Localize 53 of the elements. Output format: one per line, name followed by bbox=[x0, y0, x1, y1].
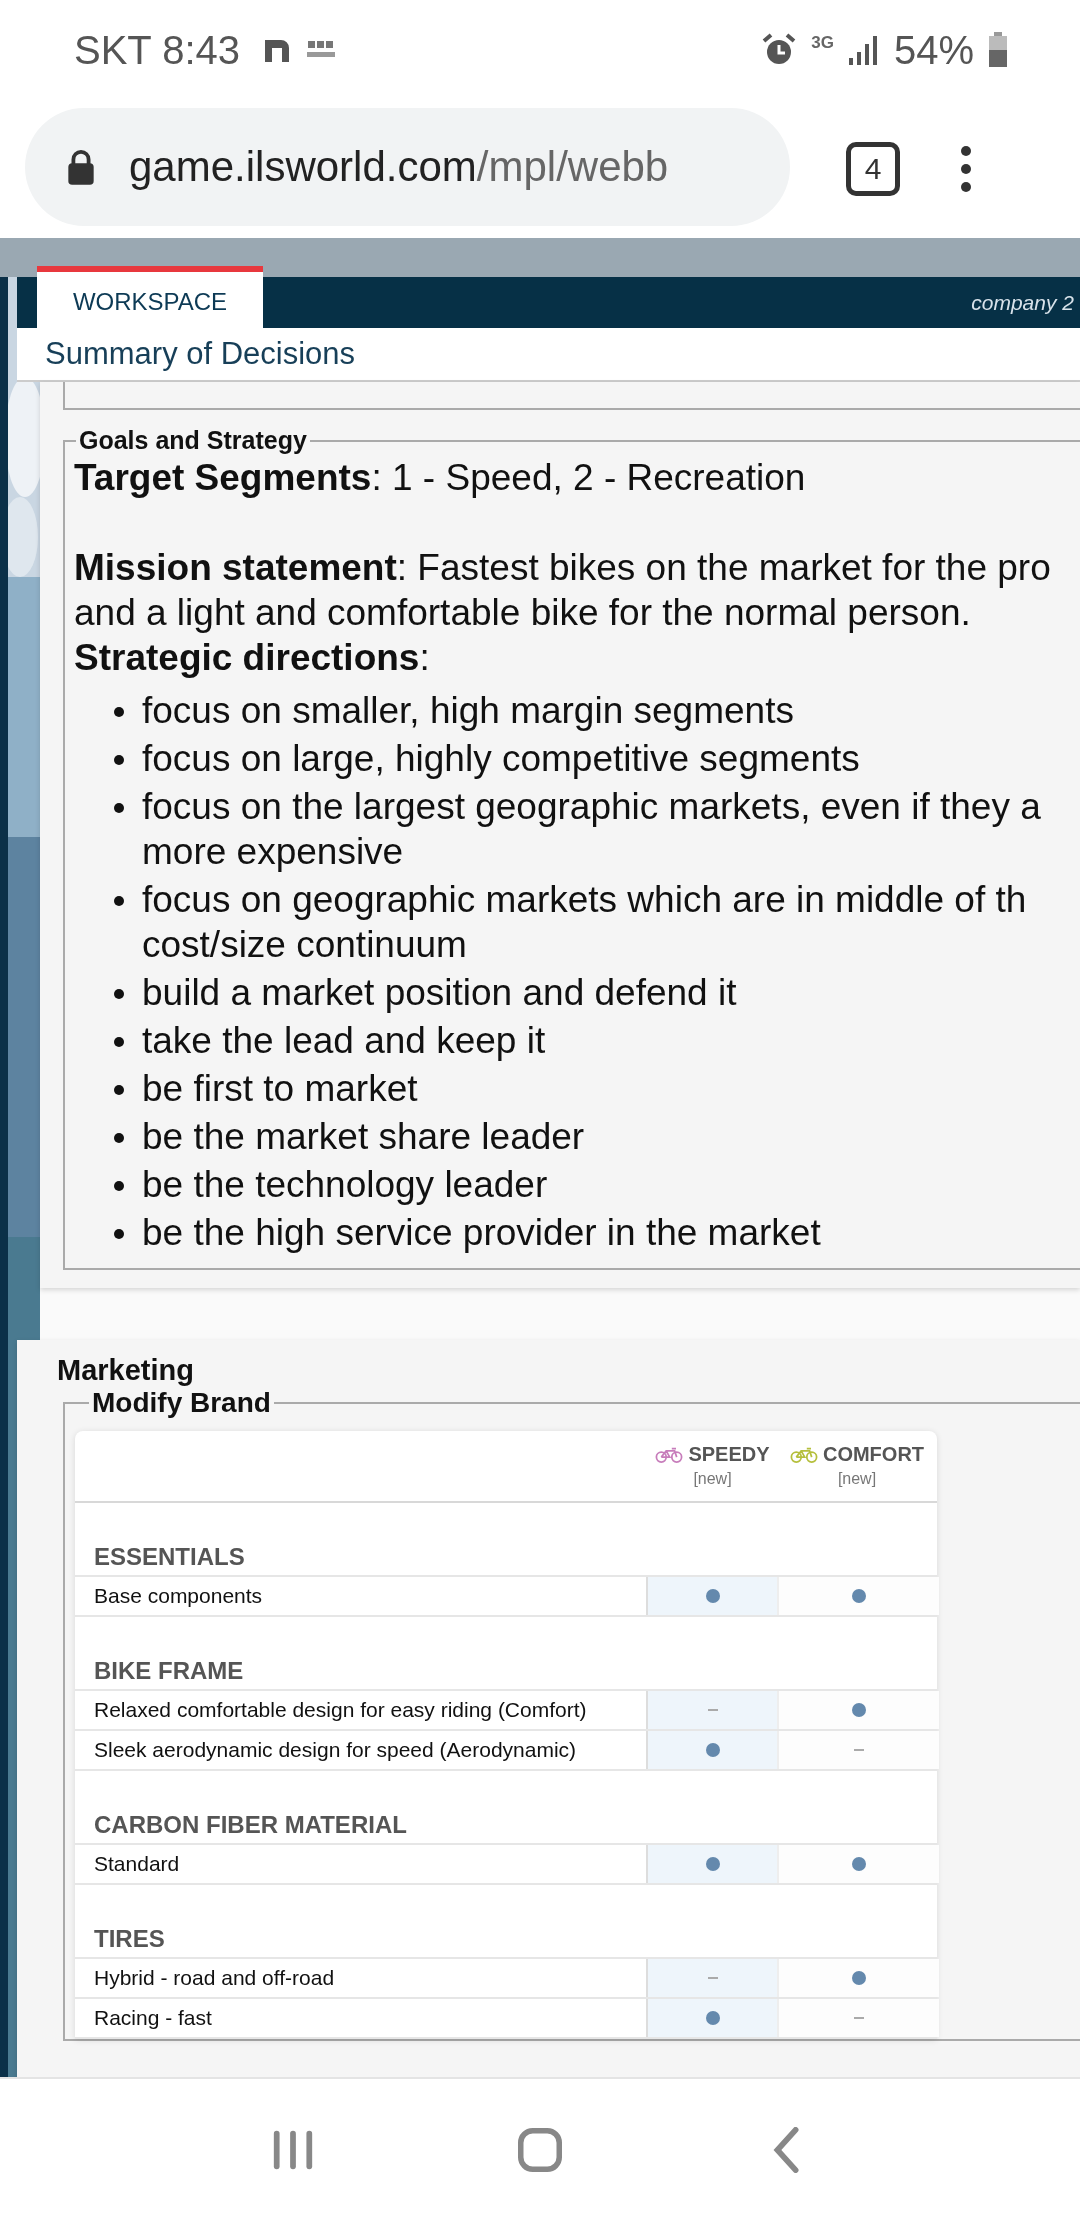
direction-item: take the lead and keep it bbox=[142, 1019, 546, 1063]
strategic-directions-label: Strategic directions: bbox=[74, 636, 431, 680]
section-legend: Modify Brand bbox=[89, 1387, 274, 1419]
bullet-icon bbox=[114, 896, 124, 906]
option-label: Hybrid - road and off-road bbox=[94, 1966, 335, 1990]
bullet-icon bbox=[114, 1037, 124, 1047]
bullet-icon bbox=[114, 1085, 124, 1095]
carrier-time: SKT 8:43 bbox=[74, 27, 241, 73]
section-title: Marketing bbox=[57, 1354, 195, 1387]
direction-item: focus on smaller, high margin segments bbox=[142, 689, 794, 733]
direction-item: be first to market bbox=[142, 1067, 418, 1111]
bullet-icon bbox=[114, 1229, 124, 1239]
group-heading: BIKE FRAME bbox=[94, 1657, 244, 1685]
address-bar[interactable]: game.ilsworld.com/mpl/webb bbox=[25, 108, 790, 226]
battery-percent: 54% bbox=[893, 27, 974, 73]
battery-icon bbox=[988, 32, 1008, 68]
signal-icon bbox=[847, 34, 880, 66]
bullet-icon bbox=[114, 803, 124, 813]
direction-item: be the technology leader bbox=[142, 1163, 548, 1207]
mission-statement-text: Mission statement: Fastest bikes on the market for the pro and a light and comfortable bike for the normal person. bbox=[74, 546, 1052, 635]
column-note: [new] bbox=[837, 1470, 877, 1488]
column-header: COMFORT bbox=[822, 1443, 925, 1466]
column-header: SPEEDY bbox=[688, 1443, 770, 1466]
bullet-icon bbox=[114, 1181, 124, 1191]
workspace-tab[interactable]: WORKSPACE bbox=[37, 266, 263, 328]
option-label: Standard bbox=[94, 1852, 180, 1876]
direction-item: be the market share leader bbox=[142, 1115, 585, 1159]
direction-item: be the high service provider in the market bbox=[142, 1211, 821, 1255]
option-label: Racing - fast bbox=[94, 2006, 212, 2030]
group-heading: ESSENTIALS bbox=[94, 1543, 245, 1571]
bullet-icon bbox=[114, 1133, 124, 1143]
url-text: game.ilsworld.com/mpl/webb bbox=[129, 143, 669, 191]
target-segments-text: Target Segments: 1 - Speed, 2 - Recreation bbox=[74, 456, 807, 500]
network-type: 3G bbox=[811, 33, 834, 53]
direction-item: build a market position and defend it bbox=[142, 971, 737, 1015]
group-heading: CARBON FIBER MATERIAL bbox=[94, 1811, 407, 1839]
bullet-icon bbox=[114, 755, 124, 765]
bullet-icon bbox=[114, 707, 124, 717]
tab-switcher-button[interactable]: 4 bbox=[846, 142, 900, 196]
section-legend: Goals and Strategy bbox=[76, 426, 310, 455]
option-label: Sleek aerodynamic design for speed (Aerodynamic) bbox=[94, 1738, 577, 1762]
page-title: Summary of Decisions bbox=[45, 336, 356, 372]
bullet-icon bbox=[114, 989, 124, 999]
home-icon[interactable] bbox=[518, 2126, 562, 2173]
company-label: company 2 bbox=[971, 290, 1074, 315]
option-label: Base components bbox=[94, 1584, 263, 1608]
column-note: [new] bbox=[693, 1470, 732, 1488]
direction-item: focus on large, highly competitive segments bbox=[142, 737, 860, 781]
lock-icon bbox=[65, 148, 97, 186]
option-label: Relaxed comfortable design for easy riding (Comfort) bbox=[94, 1698, 587, 1722]
menu-icon[interactable] bbox=[960, 145, 972, 193]
news-notification-icon bbox=[306, 40, 337, 60]
group-heading: TIRES bbox=[94, 1925, 165, 1953]
